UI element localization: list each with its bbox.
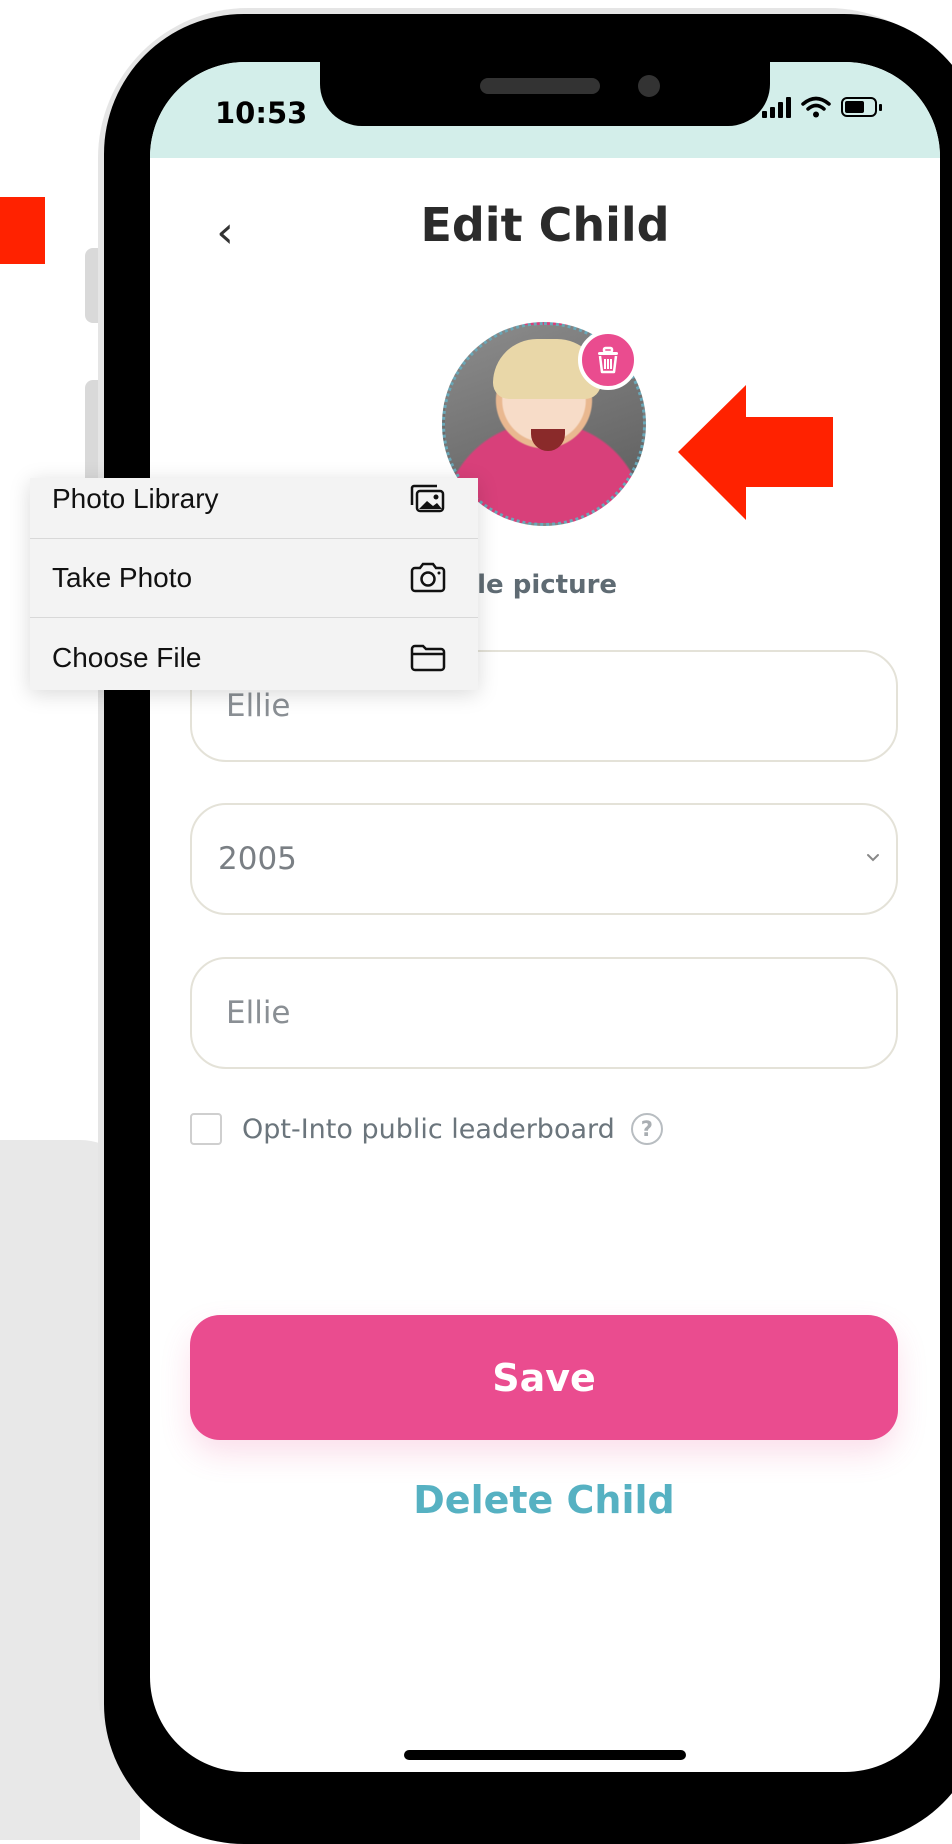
annotation-red-block <box>0 197 45 264</box>
help-icon[interactable]: ? <box>630 1113 663 1145</box>
wifi-icon <box>801 96 831 118</box>
back-button[interactable]: ‹ <box>205 208 245 258</box>
notch <box>320 62 770 126</box>
delete-photo-button[interactable] <box>578 330 638 390</box>
front-camera <box>638 75 660 97</box>
photo-library-icon <box>410 484 445 513</box>
home-indicator <box>404 1750 686 1760</box>
menu-item-label: Photo Library <box>52 483 219 514</box>
speaker <box>480 78 600 94</box>
leaderboard-option: Opt-Into public leaderboard ? <box>190 1113 663 1145</box>
trash-icon <box>598 346 618 374</box>
save-button[interactable]: Save <box>190 1315 898 1440</box>
leaderboard-label: Opt-Into public leaderboard <box>242 1113 615 1145</box>
page-title: Edit Child <box>420 198 670 252</box>
menu-item-label: Choose File <box>52 641 202 673</box>
menu-item-label: Take Photo <box>52 562 193 593</box>
delete-child-link[interactable]: Delete Child <box>190 1478 898 1522</box>
leaderboard-checkbox[interactable] <box>190 1113 222 1145</box>
status-time: 10:53 <box>215 96 308 130</box>
camera-icon <box>410 562 446 593</box>
display-name-input[interactable]: Ellie <box>190 957 898 1069</box>
photo-source-menu: Photo Library Take Photo Choose File <box>30 478 478 690</box>
chevron-down-icon <box>867 854 879 862</box>
folder-icon <box>410 644 446 671</box>
status-icons <box>762 96 882 118</box>
birth-year-select[interactable]: 2005 <box>190 803 898 915</box>
menu-item-choose-file[interactable]: Choose File <box>30 618 478 697</box>
annotation-arrow-icon <box>678 385 833 520</box>
battery-icon <box>841 97 882 117</box>
menu-item-take-photo[interactable]: Take Photo <box>30 539 478 618</box>
signal-icon <box>762 96 791 118</box>
menu-item-photo-library[interactable]: Photo Library <box>30 460 478 539</box>
birth-year-value: 2005 <box>218 841 297 877</box>
